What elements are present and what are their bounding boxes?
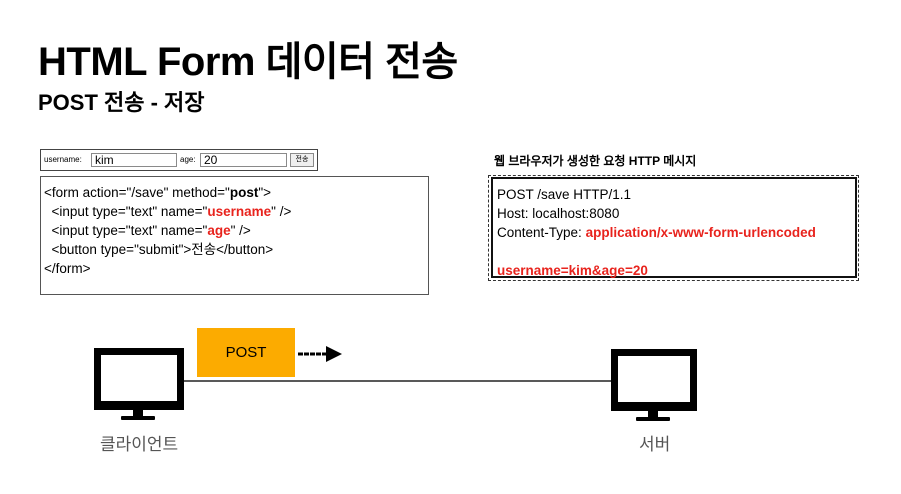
server-computer-icon — [611, 349, 697, 421]
server-label: 서버 — [639, 435, 671, 454]
flow-diagram — [94, 346, 697, 421]
send-arrow-icon — [298, 346, 342, 362]
client-computer-icon — [94, 348, 184, 420]
client-label: 클라이언트 — [100, 435, 179, 454]
post-method-tag: POST — [197, 328, 295, 377]
